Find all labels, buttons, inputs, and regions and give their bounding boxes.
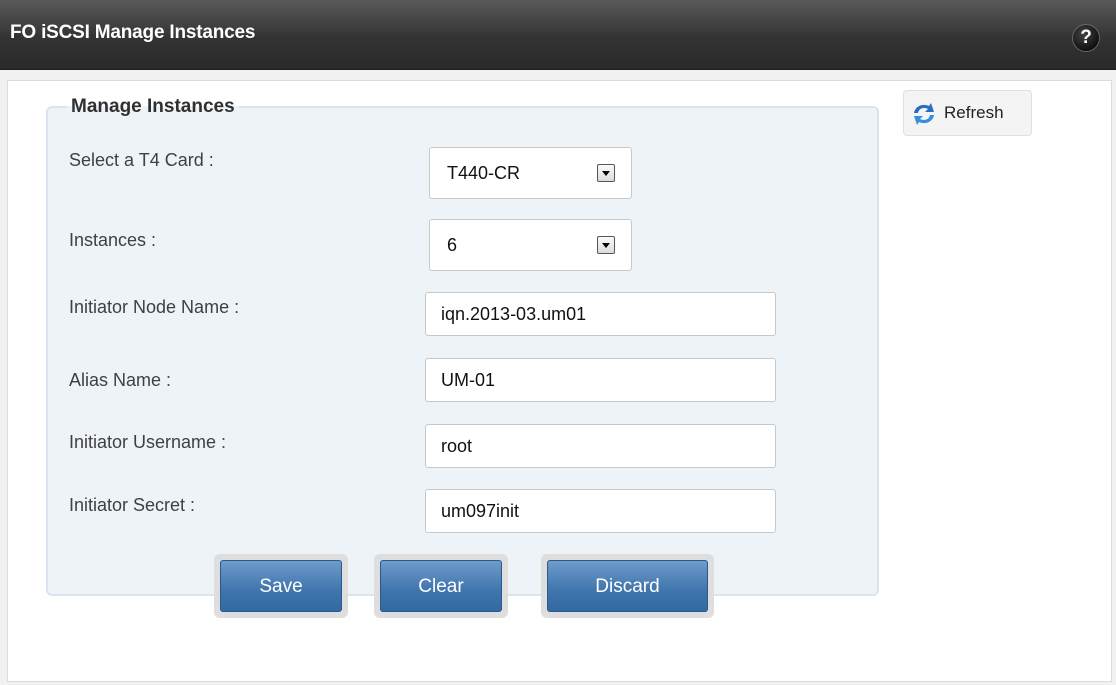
save-button-frame: Save [214,554,348,618]
clear-button[interactable]: Clear [380,560,502,612]
username-label: Initiator Username : [69,432,227,452]
username-field[interactable] [425,424,776,468]
title-bar: FO iSCSI Manage Instances ? [0,0,1116,70]
help-icon[interactable]: ? [1072,24,1100,52]
instances-select[interactable]: 6 [429,219,632,271]
refresh-button[interactable]: Refresh [903,90,1032,136]
secret-field[interactable] [425,489,776,533]
instances-select-value: 6 [447,235,458,255]
refresh-icon [914,103,934,125]
window-title: FO iSCSI Manage Instances [10,22,256,43]
instances-label: Instances : [69,230,157,250]
save-button[interactable]: Save [220,560,342,612]
clear-button-frame: Clear [374,554,508,618]
refresh-label: Refresh [944,103,1004,122]
alias-field[interactable] [425,358,776,402]
discard-button[interactable]: Discard [547,560,708,612]
node-name-label: Initiator Node Name : [69,297,240,317]
card-label: Select a T4 Card : [69,150,214,170]
chevron-down-icon[interactable] [597,236,615,254]
card-select[interactable]: T440-CR [429,147,632,199]
manage-instances-window: FO iSCSI Manage Instances ? Refresh Mana… [0,0,1116,685]
secret-label: Initiator Secret : [69,495,196,515]
alias-label: Alias Name : [69,370,172,390]
discard-button-frame: Discard [541,554,714,618]
panel-legend: Manage Instances [71,96,235,117]
node-name-field[interactable] [425,292,776,336]
chevron-down-icon[interactable] [597,164,615,182]
card-select-value: T440-CR [447,163,521,183]
